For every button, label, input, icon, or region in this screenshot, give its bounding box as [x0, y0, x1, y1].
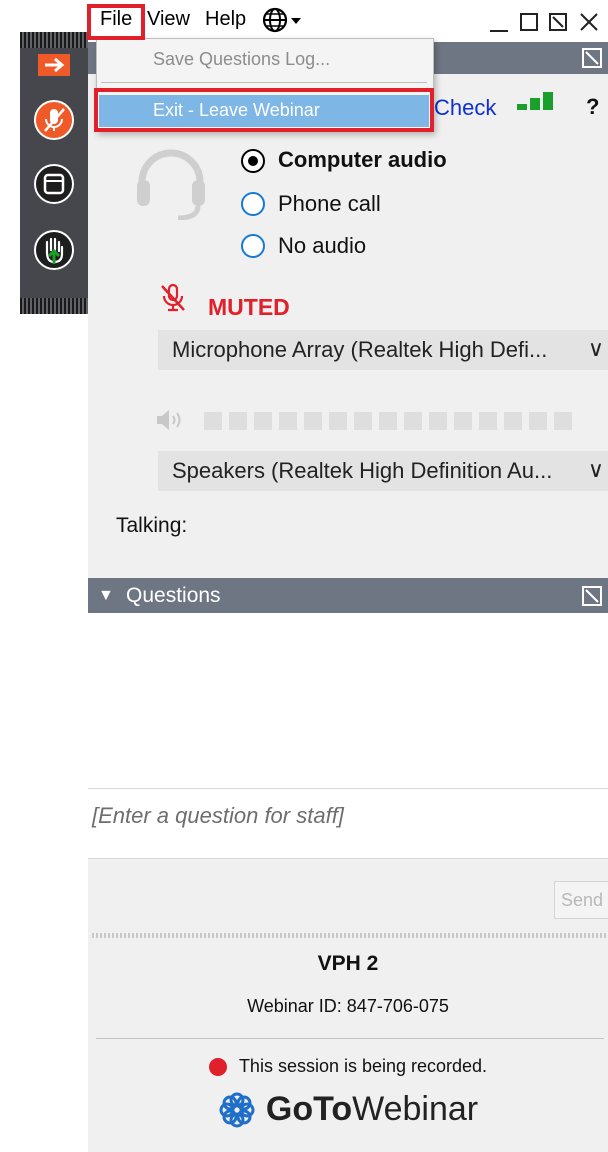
raise-hand-button[interactable] [28, 224, 80, 276]
speaker-volume-icon [157, 410, 181, 430]
webinar-window: File View Help Check ? Computer audio Ph… [88, 0, 608, 1152]
popout-icon[interactable] [582, 586, 602, 606]
title-bar: File View Help [88, 0, 608, 42]
logo-webinar: Webinar [352, 1090, 479, 1128]
grab-handle-bottom[interactable] [20, 298, 88, 314]
option-no-audio[interactable]: No audio [278, 233, 366, 259]
raise-hand-icon [34, 230, 74, 270]
audio-pane: Check ? Computer audio Phone call No aud… [88, 74, 608, 578]
webinar-title: VPH 2 [317, 952, 379, 975]
collapse-panel-button[interactable] [28, 50, 80, 80]
flower-logo-icon [219, 1092, 255, 1127]
question-placeholder: [Enter a question for staff] [92, 803, 344, 828]
questions-log [88, 613, 608, 788]
send-button[interactable]: Send [554, 881, 608, 919]
questions-pane-header[interactable]: ▼ Questions [88, 578, 608, 613]
chevron-down-icon: ∨ [587, 336, 604, 361]
talking-label: Talking: [116, 514, 188, 537]
level-meter-bars [204, 412, 572, 430]
microphone-select-value: Microphone Array (Realtek High Defi... [172, 337, 548, 362]
audio-help-icon[interactable]: ? [586, 94, 599, 120]
speaker-level-meter [157, 410, 572, 430]
maximize-icon[interactable] [520, 13, 538, 31]
menu-separator [101, 82, 427, 83]
recording-notice: This session is being recorded. [88, 1056, 608, 1077]
restore-icon[interactable] [549, 13, 567, 31]
menu-item-save-log[interactable]: Save Questions Log... [153, 49, 330, 70]
popout-icon[interactable] [582, 48, 602, 68]
collapse-triangle-icon[interactable]: ▼ [98, 587, 114, 605]
control-panel [20, 32, 88, 314]
globe-icon [262, 7, 301, 33]
muted-status: MUTED [208, 294, 290, 320]
microphone-muted-icon [34, 100, 74, 140]
window-controls [490, 13, 598, 32]
recording-dot-icon [208, 1057, 227, 1076]
mute-toggle-button[interactable] [28, 94, 80, 146]
questions-title: Questions [126, 584, 221, 607]
microphone-select[interactable]: Microphone Array (Realtek High Defi... ∨ [158, 330, 608, 370]
close-icon[interactable] [580, 13, 598, 31]
option-phone-call[interactable]: Phone call [278, 191, 381, 217]
speaker-select-value: Speakers (Realtek High Definition Au... [172, 458, 553, 483]
headset-icon [137, 149, 205, 220]
divider [96, 1038, 604, 1039]
show-window-button[interactable] [28, 158, 80, 210]
webinar-id: Webinar ID: 847-706-075 [247, 996, 449, 1016]
grab-handle-top[interactable] [20, 32, 88, 48]
menu-help[interactable]: Help [205, 8, 246, 31]
logo-goto: GoTo [265, 1090, 353, 1128]
window-icon [34, 164, 74, 204]
radio-computer-audio[interactable] [241, 149, 265, 173]
question-input[interactable]: [Enter a question for staff] [88, 788, 608, 859]
microphone-muted-icon [161, 284, 185, 312]
arrow-right-icon [38, 54, 70, 76]
radio-no-audio[interactable] [241, 234, 265, 258]
speaker-select[interactable]: Speakers (Realtek High Definition Au... … [158, 451, 608, 491]
signal-strength-icon [517, 92, 553, 110]
recording-text: This session is being recorded. [238, 1056, 488, 1076]
radio-phone-call[interactable] [241, 192, 265, 216]
annotation-highlight-file [87, 4, 145, 40]
chevron-down-icon: ∨ [587, 457, 604, 482]
annotation-highlight-exit [94, 88, 434, 132]
question-send-area: Send [88, 858, 608, 939]
audio-check-link[interactable]: Check [434, 95, 496, 121]
gotowebinar-logo: GoToWebinar [88, 1090, 608, 1129]
menu-view[interactable]: View [147, 8, 190, 31]
language-menu[interactable] [262, 7, 302, 38]
option-computer-audio[interactable]: Computer audio [278, 147, 447, 173]
session-info: VPH 2 Webinar ID: 847-706-075 This sessi… [88, 938, 608, 1152]
